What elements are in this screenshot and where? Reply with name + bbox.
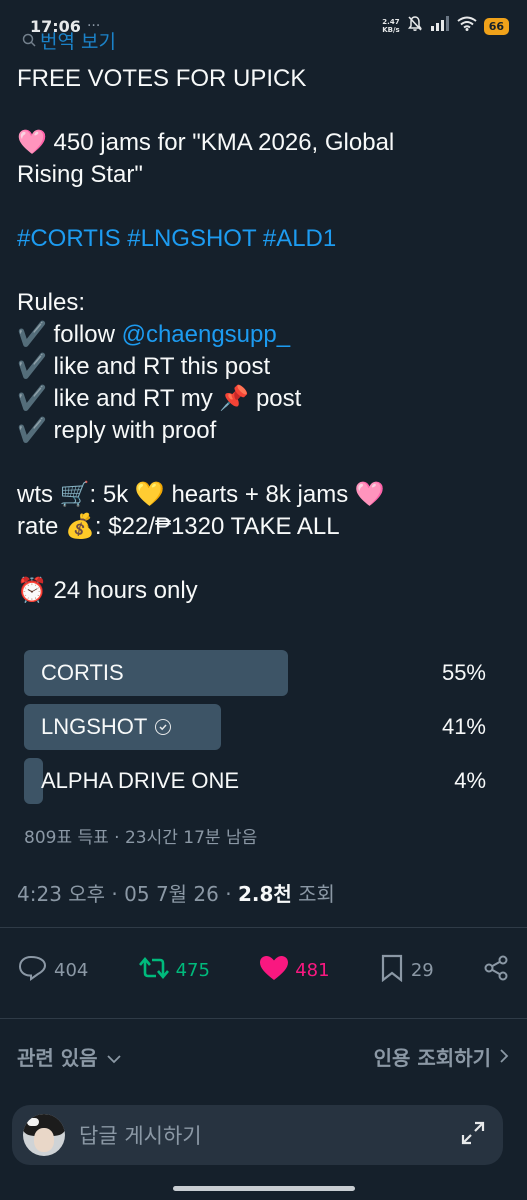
poll-option-percent: 55%: [441, 660, 486, 685]
rule-item: ✔️ like and RT this post: [17, 353, 271, 380]
reply-composer[interactable]: 답글 게시하기: [12, 1105, 503, 1165]
poll-option-percent: 4%: [454, 768, 486, 793]
reply-count: 404: [54, 959, 89, 981]
chevron-right-icon: [499, 1045, 509, 1069]
expand-icon[interactable]: [459, 1119, 487, 1151]
related-dropdown[interactable]: 관련 있음: [17, 1042, 122, 1071]
retweet-icon: [138, 956, 170, 985]
rate-line: rate 💰: $22/₱1320 TAKE ALL: [17, 513, 340, 540]
view-quotes-label: 인용 조회하기: [373, 1046, 491, 1070]
voted-check-icon: [155, 719, 172, 735]
retweet-button[interactable]: 475: [138, 956, 210, 985]
bookmark-button[interactable]: 29: [379, 954, 434, 987]
comment-icon: [18, 955, 48, 986]
action-bar: 404 475 481 29: [18, 950, 509, 990]
wts-line: wts 🛒: 5k 💛 hearts + 8k jams 🩷: [17, 481, 385, 508]
share-button[interactable]: [483, 955, 509, 986]
poll-option[interactable]: LNGSHOT 41%: [24, 704, 486, 750]
reply-button[interactable]: 404: [18, 955, 88, 986]
poll-option[interactable]: ALPHA DRIVE ONE 4%: [24, 758, 486, 804]
post-timestamp: 4:23 오후 · 05 7월 26 · 2.8천 조회: [17, 882, 335, 906]
signal-icon: [430, 16, 450, 36]
poll-option[interactable]: CORTIS 55%: [24, 650, 486, 696]
retweet-count: 475: [175, 959, 210, 981]
wifi-icon: [457, 16, 477, 36]
view-quotes-link[interactable]: 인용 조회하기: [374, 1042, 509, 1071]
poll-option-percent: 41%: [441, 714, 486, 739]
translate-label: 번역 보기: [40, 31, 116, 53]
reply-input[interactable]: 답글 게시하기: [79, 1120, 202, 1150]
hashtags[interactable]: #CORTIS #LNGSHOT #ALD1: [17, 223, 509, 255]
related-label: 관련 있음: [17, 1046, 98, 1070]
divider: [0, 927, 527, 928]
views-count: 2.8천: [237, 882, 292, 906]
post-line: Rising Star": [17, 161, 143, 188]
home-indicator[interactable]: [173, 1186, 355, 1191]
like-button[interactable]: 481: [259, 955, 330, 986]
divider: [0, 1018, 527, 1019]
poll: CORTIS 55% LNGSHOT 41% ALPHA DRIVE ONE 4…: [24, 650, 486, 812]
battery-indicator: 66: [483, 17, 509, 35]
network-speed: 2.47 KB/s: [382, 18, 400, 34]
status-icons: 2.47 KB/s 66: [382, 15, 509, 37]
translate-icon: [22, 30, 36, 52]
bookmark-count: 29: [410, 959, 434, 981]
heart-icon: [259, 955, 289, 986]
poll-option-label: CORTIS: [41, 660, 124, 685]
rule-item: ✔️ reply with proof: [17, 417, 217, 444]
avatar: [23, 1114, 65, 1156]
post-text: FREE VOTES FOR UPICK 🩷 450 jams for "KMA…: [17, 63, 509, 607]
related-row: 관련 있음 인용 조회하기: [17, 1042, 509, 1071]
poll-option-label: LNGSHOT: [41, 714, 148, 739]
chevron-down-icon: [106, 1045, 122, 1069]
poll-option-label: ALPHA DRIVE ONE: [41, 768, 240, 793]
rule-follow: ✔️ follow @chaengsupp_: [17, 321, 291, 348]
share-icon: [483, 955, 509, 986]
post-title: FREE VOTES FOR UPICK: [17, 65, 307, 92]
rules-heading: Rules:: [17, 289, 86, 316]
bookmark-icon: [379, 954, 405, 987]
poll-meta: 809표 득표 · 23시간 17분 남음: [24, 828, 258, 848]
duration-line: ⏰ 24 hours only: [17, 577, 198, 604]
post-line: 🩷 450 jams for "KMA 2026, Global: [17, 129, 395, 156]
mention-link[interactable]: @chaengsupp_: [122, 321, 291, 348]
bell-muted-icon: [407, 15, 423, 37]
rule-item: ✔️ like and RT my 📌 post: [17, 385, 302, 412]
translate-link[interactable]: 번역 보기: [22, 27, 116, 54]
like-count: 481: [295, 959, 330, 981]
